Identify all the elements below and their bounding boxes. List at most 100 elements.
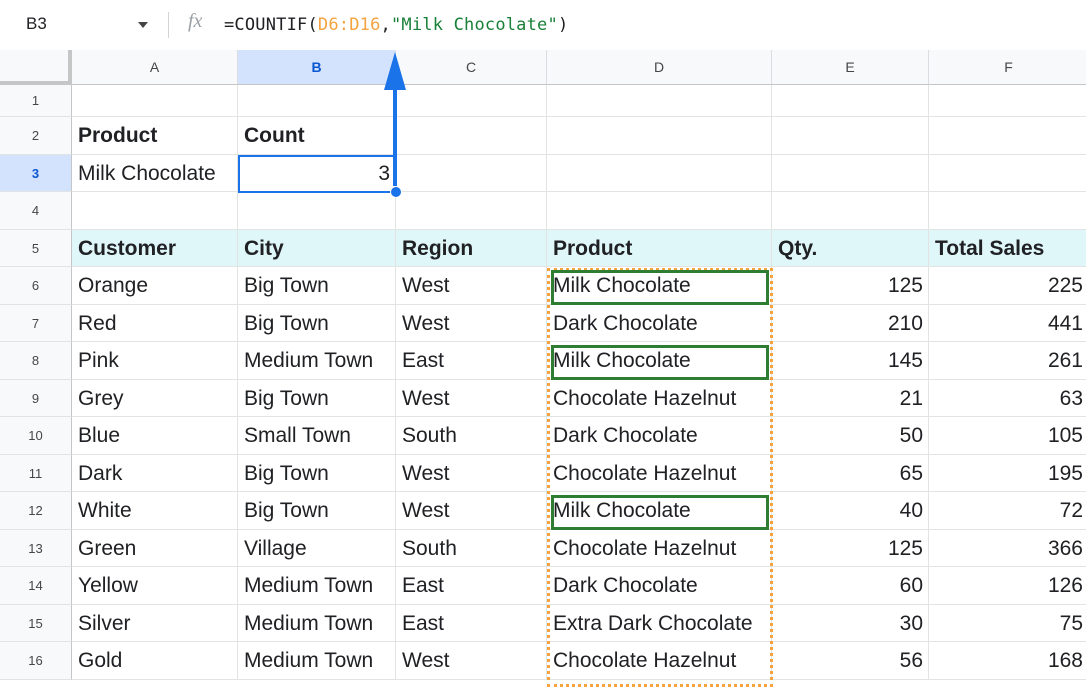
cell-a7[interactable]: Red xyxy=(72,304,238,342)
cell-f2[interactable] xyxy=(929,117,1086,155)
cell-a9[interactable]: Grey xyxy=(72,379,238,417)
cell-e15[interactable]: 30 xyxy=(772,604,929,642)
cell-f4[interactable] xyxy=(929,192,1086,230)
cell-f9[interactable]: 63 xyxy=(929,380,1086,417)
cell-a14[interactable]: Yellow xyxy=(72,567,238,605)
cell-b8[interactable]: Medium Town xyxy=(238,342,396,380)
cell-d3[interactable] xyxy=(547,154,772,192)
cell-f6[interactable]: 225 xyxy=(929,267,1086,305)
cell-a12[interactable]: White xyxy=(72,492,238,530)
cell-c1[interactable] xyxy=(396,85,547,117)
cell-c5[interactable]: Region xyxy=(396,229,547,267)
cell-b4[interactable] xyxy=(238,192,396,230)
row-header-8[interactable]: 8 xyxy=(0,342,72,380)
cell-f16[interactable]: 168 xyxy=(929,642,1086,680)
cell-d4[interactable] xyxy=(547,192,772,230)
cell-e16[interactable]: 56 xyxy=(772,642,929,680)
cell-e10[interactable]: 50 xyxy=(772,417,929,455)
cell-a15[interactable]: Silver xyxy=(72,604,238,642)
row-header-10[interactable]: 10 xyxy=(0,417,72,455)
cell-c14[interactable]: East xyxy=(396,567,547,605)
row-header-16[interactable]: 16 xyxy=(0,642,72,680)
cell-c2[interactable] xyxy=(396,117,547,155)
cell-a2[interactable]: Product xyxy=(72,117,238,155)
cell-d1[interactable] xyxy=(547,85,772,117)
cell-f12[interactable]: 72 xyxy=(929,492,1086,530)
fill-handle[interactable] xyxy=(390,186,402,198)
cell-d9[interactable]: Chocolate Hazelnut xyxy=(547,379,772,417)
cell-b2[interactable]: Count xyxy=(238,117,396,155)
cell-a1[interactable] xyxy=(72,85,238,117)
select-all-corner[interactable] xyxy=(0,50,72,85)
cell-b5[interactable]: City xyxy=(238,229,396,267)
cell-d15[interactable]: Extra Dark Chocolate xyxy=(547,604,772,642)
row-header-14[interactable]: 14 xyxy=(0,567,72,605)
cell-e12[interactable]: 40 xyxy=(772,492,929,530)
column-header-b[interactable]: B xyxy=(238,50,396,85)
cell-c13[interactable]: South xyxy=(396,529,547,567)
cell-d16[interactable]: Chocolate Hazelnut xyxy=(547,642,772,680)
cell-d11[interactable]: Chocolate Hazelnut xyxy=(547,454,772,492)
cell-e5[interactable]: Qty. xyxy=(772,229,929,267)
cell-a10[interactable]: Blue xyxy=(72,417,238,455)
cell-d12[interactable]: Milk Chocolate xyxy=(547,492,772,530)
cell-c9[interactable]: West xyxy=(396,379,547,417)
cell-f10[interactable]: 105 xyxy=(929,417,1086,455)
cell-d8[interactable]: Milk Chocolate xyxy=(547,342,772,380)
cell-c6[interactable]: West xyxy=(396,267,547,305)
cell-b7[interactable]: Big Town xyxy=(238,304,396,342)
row-header-3[interactable]: 3 xyxy=(0,154,72,192)
cell-e7[interactable]: 210 xyxy=(772,304,929,342)
column-header-a[interactable]: A xyxy=(72,50,238,85)
cell-e14[interactable]: 60 xyxy=(772,567,929,605)
cell-d5[interactable]: Product xyxy=(547,229,772,267)
column-header-d[interactable]: D xyxy=(547,50,772,85)
cell-c11[interactable]: West xyxy=(396,454,547,492)
cell-f8[interactable]: 261 xyxy=(929,342,1086,380)
cell-a4[interactable] xyxy=(72,192,238,230)
column-header-e[interactable]: E xyxy=(772,50,929,85)
cell-e1[interactable] xyxy=(772,85,929,117)
row-header-13[interactable]: 13 xyxy=(0,529,72,567)
cell-f7[interactable]: 441 xyxy=(929,305,1086,342)
column-header-c[interactable]: C xyxy=(396,50,547,85)
cell-b1[interactable] xyxy=(238,85,396,117)
cell-f15[interactable]: 75 xyxy=(929,605,1086,642)
row-header-11[interactable]: 11 xyxy=(0,454,72,492)
cell-e2[interactable] xyxy=(772,117,929,155)
cell-f3[interactable] xyxy=(929,155,1086,192)
cell-a13[interactable]: Green xyxy=(72,529,238,567)
cell-f14[interactable]: 126 xyxy=(929,567,1086,605)
cell-b12[interactable]: Big Town xyxy=(238,492,396,530)
cell-a11[interactable]: Dark xyxy=(72,454,238,492)
cell-d2[interactable] xyxy=(547,117,772,155)
cell-b3[interactable]: 3 xyxy=(238,154,396,192)
cell-d6[interactable]: Milk Chocolate xyxy=(547,267,772,305)
row-header-1[interactable]: 1 xyxy=(0,85,72,117)
cell-a16[interactable]: Gold xyxy=(72,642,238,680)
row-header-2[interactable]: 2 xyxy=(0,117,72,155)
cell-e11[interactable]: 65 xyxy=(772,454,929,492)
cell-c7[interactable]: West xyxy=(396,304,547,342)
cell-b15[interactable]: Medium Town xyxy=(238,604,396,642)
cell-c3[interactable] xyxy=(396,154,547,192)
cell-f1[interactable] xyxy=(929,85,1086,117)
cell-b6[interactable]: Big Town xyxy=(238,267,396,305)
column-header-f[interactable]: F xyxy=(929,50,1086,85)
cell-e6[interactable]: 125 xyxy=(772,267,929,305)
cell-b14[interactable]: Medium Town xyxy=(238,567,396,605)
cell-f5[interactable]: Total Sales xyxy=(929,229,1086,267)
cell-e13[interactable]: 125 xyxy=(772,529,929,567)
cell-d13[interactable]: Chocolate Hazelnut xyxy=(547,529,772,567)
cell-b11[interactable]: Big Town xyxy=(238,454,396,492)
row-header-5[interactable]: 5 xyxy=(0,229,72,267)
cell-f13[interactable]: 366 xyxy=(929,530,1086,567)
row-header-6[interactable]: 6 xyxy=(0,267,72,305)
cell-c16[interactable]: West xyxy=(396,642,547,680)
cell-c12[interactable]: West xyxy=(396,492,547,530)
cell-e9[interactable]: 21 xyxy=(772,379,929,417)
cell-a8[interactable]: Pink xyxy=(72,342,238,380)
cell-b9[interactable]: Big Town xyxy=(238,379,396,417)
cell-b10[interactable]: Small Town xyxy=(238,417,396,455)
cell-c4[interactable] xyxy=(396,192,547,230)
